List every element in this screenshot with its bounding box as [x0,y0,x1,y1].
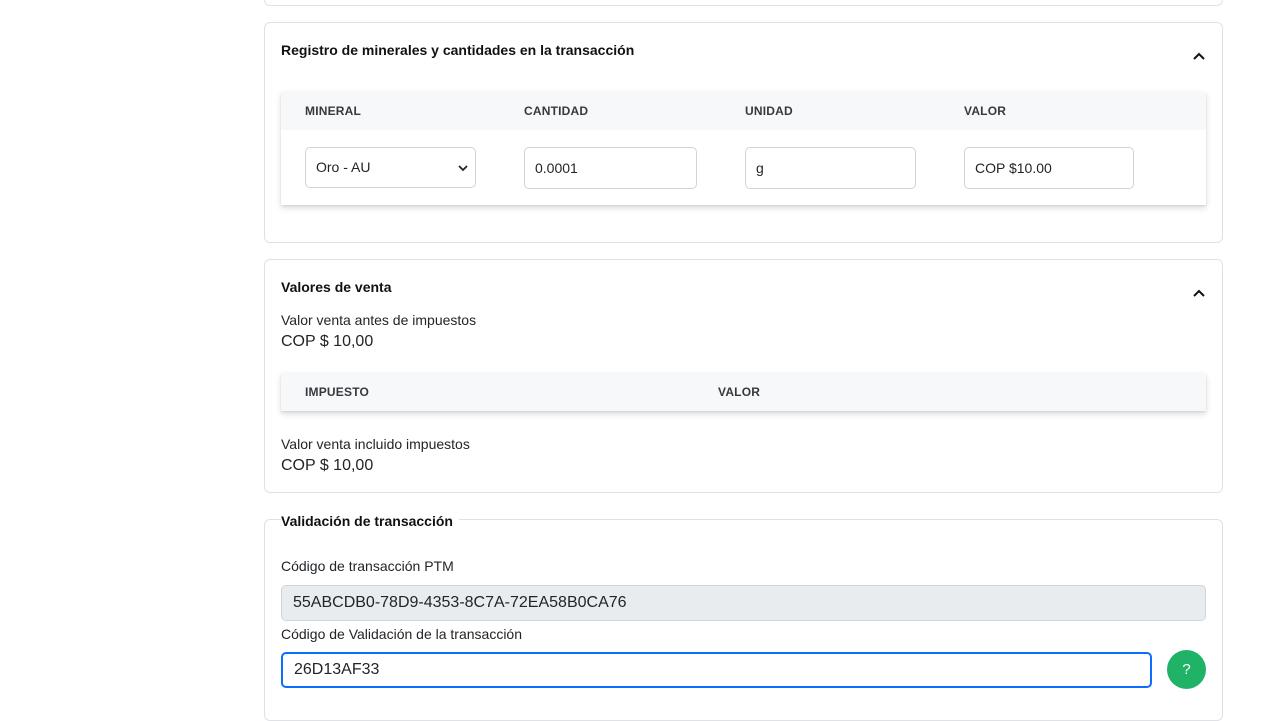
column-header-tax-value: VALOR [718,385,761,399]
before-tax-label: Valor venta antes de impuestos [281,312,477,328]
tax-table-header: IMPUESTO VALOR [281,373,1206,411]
previous-section-card [264,0,1223,6]
minerals-table: MINERAL CANTIDAD UNIDAD VALOR Oro - AU 0… [281,92,1206,205]
validation-section: Validación de transacción Código de tran… [264,513,1223,721]
mineral-select-value: Oro - AU [316,159,371,175]
minerals-section: Registro de minerales y cantidades en la… [264,22,1223,243]
minerals-table-header: MINERAL CANTIDAD UNIDAD VALOR [281,92,1206,130]
column-header-quantity: CANTIDAD [524,104,589,118]
sales-values-section: Valores de venta Valor venta antes de im… [264,259,1223,493]
column-header-unit: UNIDAD [745,104,793,118]
column-header-mineral: MINERAL [305,104,362,118]
validation-section-title: Validación de transacción [281,513,459,529]
chevron-down-icon [458,165,468,172]
validation-code-input[interactable]: 26D13AF33 [281,652,1152,688]
sales-section-title: Valores de venta [281,279,392,295]
help-button[interactable]: ? [1167,650,1206,689]
tax-table: IMPUESTO VALOR [281,373,1206,411]
minerals-section-title: Registro de minerales y cantidades en la… [281,42,635,58]
validation-code-label: Código de Validación de la transacción [281,626,523,642]
ptm-code-label: Código de transacción PTM [281,558,454,574]
before-tax-value: COP $ 10,00 [281,333,374,350]
column-header-value: VALOR [964,104,1007,118]
column-header-tax: IMPUESTO [305,385,370,399]
chevron-up-icon[interactable] [1192,49,1206,63]
value-input[interactable]: COP $10.00 [964,147,1134,189]
mineral-select[interactable]: Oro - AU [305,147,476,188]
unit-input[interactable]: g [745,147,916,189]
after-tax-label: Valor venta incluido impuestos [281,436,470,452]
chevron-up-icon[interactable] [1192,286,1206,300]
quantity-input[interactable]: 0.0001 [524,147,697,189]
after-tax-value: COP $ 10,00 [281,457,374,474]
ptm-code-field: 55ABCDB0-78D9-4353-8C7A-72EA58B0CA76 [281,585,1206,621]
